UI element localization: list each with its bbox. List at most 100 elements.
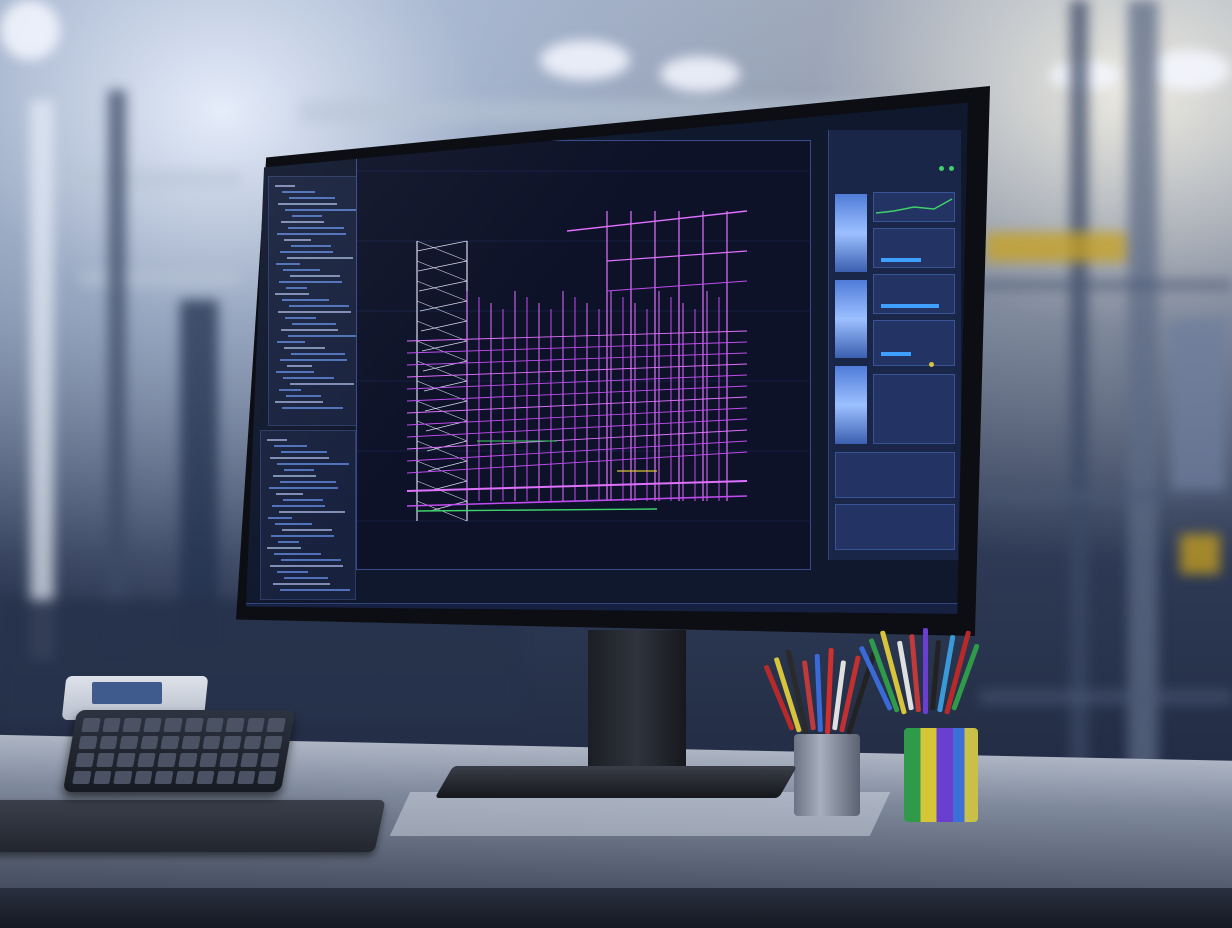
code-line [273, 475, 316, 477]
code-line [267, 547, 301, 549]
code-line [283, 499, 323, 501]
keypad-key [119, 735, 139, 749]
wireframe-edge [406, 341, 748, 354]
keypad-key [266, 718, 286, 732]
wireframe-edge [406, 451, 748, 474]
desk-edge [0, 888, 1232, 928]
control-widget[interactable] [873, 228, 955, 268]
wireframe-edge [429, 500, 468, 512]
wireframe-edge [406, 352, 748, 366]
keypad-key [216, 770, 236, 784]
wireframe-edge [606, 250, 748, 262]
keypad-key [92, 770, 112, 784]
keypad-key [113, 770, 133, 784]
code-line [280, 251, 333, 253]
keypad-key [225, 718, 245, 732]
monitor-stand-base [434, 766, 798, 798]
code-line [281, 559, 341, 561]
code-line [281, 451, 327, 453]
control-widget[interactable] [835, 452, 955, 498]
code-line [282, 529, 332, 531]
status-indicator [929, 362, 934, 367]
wireframe-edge [416, 240, 468, 252]
code-line [290, 275, 340, 277]
slider[interactable] [881, 352, 911, 356]
pencil-cup-grey [794, 734, 860, 816]
keypad-key [181, 735, 201, 749]
preview-thumbnail[interactable] [835, 280, 867, 358]
keypad-key [240, 753, 260, 767]
wireframe-edge [416, 320, 468, 342]
wireframe-edge [406, 429, 748, 450]
code-line [275, 293, 309, 295]
control-widget[interactable] [873, 274, 955, 314]
code-line [267, 439, 287, 441]
wireframe-edge [419, 300, 468, 312]
code-line [277, 233, 346, 235]
code-line [275, 401, 323, 403]
code-line [275, 185, 295, 187]
control-widget[interactable] [873, 374, 955, 444]
code-line [273, 583, 330, 585]
keypad-key [78, 735, 98, 749]
keypad-key [257, 770, 277, 784]
keypad [62, 710, 296, 792]
code-line [278, 541, 299, 543]
keypad-key [75, 753, 95, 767]
keypad-key [222, 735, 242, 749]
keypad-key [205, 718, 225, 732]
code-line [292, 323, 336, 325]
keypad-key [260, 753, 280, 767]
code-line [279, 511, 345, 513]
code-line [274, 445, 307, 447]
code-line [276, 371, 314, 373]
cad-wireframe-model [357, 170, 812, 522]
keypad-key [122, 718, 142, 732]
keypad-key [163, 718, 183, 732]
code-line [278, 203, 337, 205]
code-line [282, 407, 343, 409]
slider[interactable] [881, 304, 939, 308]
keypad-key [72, 770, 92, 784]
preview-thumbnail[interactable] [835, 366, 867, 444]
keypad-key [195, 770, 215, 784]
code-line [285, 209, 357, 211]
code-line [283, 377, 334, 379]
wireframe-edge [423, 380, 468, 392]
code-line [286, 395, 321, 397]
wireframe-edge [416, 260, 468, 282]
code-line [270, 565, 343, 567]
keypad-key [98, 735, 118, 749]
keypad-key [95, 753, 115, 767]
photo-scene [0, 0, 1232, 928]
keypad-key [175, 770, 195, 784]
tablet-device [0, 800, 386, 852]
preview-thumbnail[interactable] [835, 194, 867, 272]
keypad-key [201, 735, 221, 749]
code-line [275, 523, 312, 525]
slider[interactable] [881, 258, 921, 262]
keypad-key [178, 753, 198, 767]
code-line [289, 197, 335, 199]
cad-viewport[interactable] [356, 140, 812, 570]
keypad-key [102, 718, 122, 732]
keypad-key [133, 770, 153, 784]
code-line [291, 245, 331, 247]
left-code-pane-top [268, 176, 364, 426]
code-line [284, 577, 328, 579]
keypad-key [140, 735, 160, 749]
keypad-key [184, 718, 204, 732]
keypad-key [143, 718, 163, 732]
wireframe-edge [406, 418, 748, 438]
monitor-stand-neck [588, 630, 686, 780]
control-widget[interactable] [873, 320, 955, 366]
code-line [280, 589, 350, 591]
code-line [277, 341, 305, 343]
monitor-screen [246, 102, 968, 614]
wireframe-edge [406, 363, 748, 378]
keypad-key [154, 770, 174, 784]
keypad-key [198, 753, 218, 767]
code-line [271, 535, 334, 537]
control-widget[interactable] [835, 504, 955, 550]
keypad-key [137, 753, 157, 767]
